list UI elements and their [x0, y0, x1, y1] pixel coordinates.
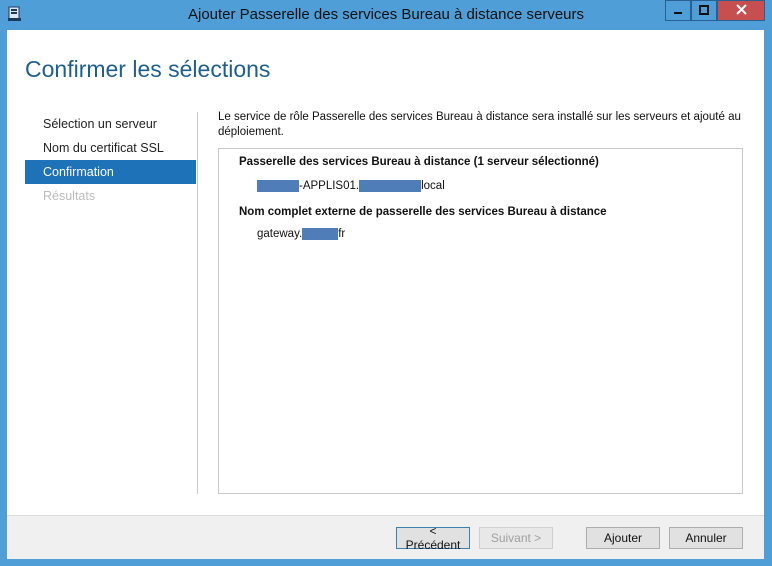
redaction-block — [257, 180, 299, 192]
wizard-client-area: Confirmer les sélections Sélection un se… — [7, 30, 764, 559]
nav-item-results: Résultats — [43, 189, 96, 203]
confirmation-details-panel[interactable]: Passerelle des services Bureau à distanc… — [218, 148, 743, 494]
external-fqdn-heading: Nom complet externe de passerelle des se… — [239, 206, 607, 218]
nav-item-ssl-certificate[interactable]: Nom du certificat SSL — [25, 136, 196, 160]
server-name-middle: -APPLIS01. — [299, 180, 360, 192]
previous-button[interactable]: < Précédent — [396, 524, 470, 552]
wizard-window: Ajouter Passerelle des services Bureau à… — [0, 0, 772, 566]
external-fqdn-value: gateway. fr — [257, 228, 345, 240]
minimize-icon — [673, 2, 683, 20]
page-title: Confirmer les sélections — [25, 56, 271, 82]
wizard-navigation: Sélection un serveur Nom du certificat S… — [25, 112, 196, 208]
fqdn-suffix: fr — [338, 228, 346, 240]
title-bar[interactable]: Ajouter Passerelle des services Bureau à… — [0, 0, 772, 30]
gateway-server-name: -APPLIS01. local — [257, 180, 445, 192]
minimize-button[interactable] — [665, 0, 691, 21]
nav-item-server-selection[interactable]: Sélection un serveur — [25, 112, 196, 136]
gateway-section-heading: Passerelle des services Bureau à distanc… — [239, 156, 599, 168]
server-name-domain: local — [421, 180, 445, 192]
wizard-footer: < Précédent Suivant > Ajouter Annuler — [7, 515, 764, 559]
redaction-block — [302, 228, 339, 240]
fqdn-prefix: gateway. — [257, 228, 303, 240]
redaction-block — [359, 180, 422, 192]
intro-text: Le service de rôle Passerelle des servic… — [218, 111, 741, 138]
close-icon — [735, 2, 747, 20]
next-button[interactable]: Suivant > — [479, 527, 553, 549]
nav-divider — [197, 112, 198, 494]
cancel-button[interactable]: Annuler — [669, 527, 743, 549]
add-button[interactable]: Ajouter — [586, 527, 660, 549]
close-button[interactable] — [717, 0, 765, 21]
maximize-icon — [699, 2, 709, 20]
window-title: Ajouter Passerelle des services Bureau à… — [187, 6, 585, 23]
maximize-button[interactable] — [691, 0, 717, 21]
nav-item-confirmation[interactable]: Confirmation — [25, 160, 196, 184]
